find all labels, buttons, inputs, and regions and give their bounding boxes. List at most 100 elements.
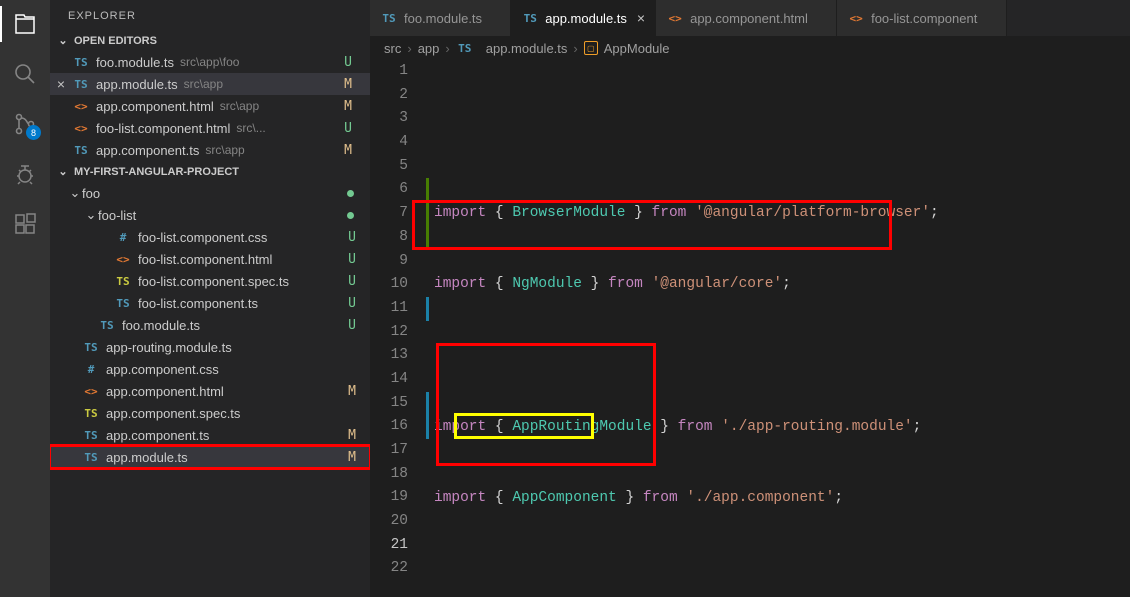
file-type-icon: <> (82, 385, 100, 398)
git-dot-icon (347, 212, 354, 219)
open-editors-header[interactable]: ⌄ OPEN EDITORS (50, 30, 370, 51)
diff-marker (426, 178, 429, 202)
open-editor-item[interactable]: TSapp.component.tssrc\appM (50, 139, 370, 161)
file-type-icon: # (82, 363, 100, 376)
git-status: U (348, 274, 366, 289)
tree-file-item[interactable]: TSapp.module.tsM (50, 446, 370, 468)
file-type-icon: TS (82, 451, 100, 464)
line-number: 17 (370, 439, 408, 463)
folder-label: foo-list (98, 208, 136, 223)
tree-file-item[interactable]: TSfoo-list.component.tsU (50, 292, 370, 314)
code-line: import { NgModule } from '@angular/core'… (434, 273, 1130, 297)
file-name: app.component.css (106, 362, 219, 377)
line-number: 4 (370, 131, 408, 155)
code-content[interactable]: import { BrowserModule } from '@angular/… (430, 60, 1130, 597)
file-name: app.component.html (106, 384, 224, 399)
extensions-icon[interactable] (11, 210, 39, 238)
search-icon[interactable] (11, 60, 39, 88)
debug-icon[interactable] (11, 160, 39, 188)
tree-file-item[interactable]: <>foo-list.component.htmlU (50, 248, 370, 270)
breadcrumb-segment[interactable]: AppModule (604, 41, 670, 56)
tree-file-item[interactable]: TSapp.component.tsM (50, 424, 370, 446)
breadcrumb-segment[interactable]: src (384, 41, 401, 56)
diff-marker (426, 534, 429, 558)
open-editor-item[interactable]: TSfoo.module.tssrc\app\fooU (50, 51, 370, 73)
diff-marker (426, 155, 429, 179)
folder-foo[interactable]: ⌄ foo (50, 182, 370, 204)
editor-tab[interactable]: TSfoo.module.ts× (370, 0, 511, 36)
tab-label: app.component.html (690, 11, 808, 26)
tab-label: foo.module.ts (404, 11, 482, 26)
editor-tab[interactable]: <>app.component.html× (656, 0, 837, 36)
folder-label: foo (82, 186, 100, 201)
chevron-down-icon: ⌄ (56, 34, 70, 47)
file-name: app.component.spec.ts (106, 406, 240, 421)
sidebar-title: EXPLORER (50, 0, 370, 30)
git-status: M (348, 428, 366, 443)
git-status: U (348, 252, 366, 267)
open-editors-label: OPEN EDITORS (74, 35, 157, 47)
diff-marker (426, 226, 429, 250)
breadcrumb-segment[interactable]: app.module.ts (486, 41, 568, 56)
tab-bar: TS foo.module.ts ×TSapp.module.ts× <> app.co… (370, 0, 1130, 36)
activity-bar: 8 (0, 0, 50, 597)
file-path: src\app\foo (180, 55, 239, 69)
line-number: 13 (370, 344, 408, 368)
code-line (434, 344, 1130, 368)
diff-marker (426, 321, 429, 345)
file-path: src\app (220, 99, 259, 113)
line-number: 5 (370, 155, 408, 179)
chevron-right-icon: › (407, 41, 411, 56)
diff-marker (426, 344, 429, 368)
tree-file-item[interactable]: TSfoo.module.tsU (50, 314, 370, 336)
diff-marker (426, 557, 429, 581)
file-name: foo-list.component.ts (138, 296, 258, 311)
project-header[interactable]: ⌄ MY-FIRST-ANGULAR-PROJECT (50, 161, 370, 182)
file-type-icon: <> (114, 253, 132, 266)
file-type-icon: TS (82, 407, 100, 420)
open-editor-item[interactable]: ×TSapp.module.tssrc\appM (50, 73, 370, 95)
editor-area: TS foo.module.ts ×TSapp.module.ts× <> app.co… (370, 0, 1130, 597)
tree-file-item[interactable]: # app.component.css (50, 358, 370, 380)
file-type-icon: <> (666, 12, 684, 25)
close-icon[interactable]: × (50, 76, 72, 92)
code-line: import { BrowserModule } from '@angular/… (434, 202, 1130, 226)
line-number: 18 (370, 463, 408, 487)
folder-foo-list[interactable]: ⌄ foo-list (50, 204, 370, 226)
close-icon[interactable]: × (637, 10, 645, 26)
tree-file-item[interactable]: <>app.component.htmlM (50, 380, 370, 402)
tree-file-item[interactable]: #foo-list.component.cssU (50, 226, 370, 248)
breadcrumb[interactable]: src › app › TS app.module.ts › ▢ AppModu… (370, 36, 1130, 60)
tree-file-item[interactable]: TS app.component.spec.ts (50, 402, 370, 424)
tree-file-item[interactable]: TSapp-routing.module.ts (50, 336, 370, 358)
git-status: M (344, 77, 362, 92)
line-number: 15 (370, 392, 408, 416)
editor-tab[interactable]: <>foo-list.component× (837, 0, 1006, 36)
line-number: 12 (370, 321, 408, 345)
code-editor[interactable]: 12345678910111213141516171819202122 impo… (370, 60, 1130, 597)
line-number: 7 (370, 202, 408, 226)
diff-marker (426, 510, 429, 534)
file-type-icon: TS (98, 319, 116, 332)
line-number: 19 (370, 486, 408, 510)
diff-marker (426, 297, 429, 321)
file-type-icon: <> (72, 122, 90, 135)
diff-marker (426, 107, 429, 131)
file-tree: #foo-list.component.cssU<>foo-list.compo… (50, 226, 370, 468)
explorer-icon[interactable] (11, 10, 39, 38)
file-type-icon: TS (380, 12, 398, 25)
breadcrumb-segment[interactable]: app (418, 41, 440, 56)
tree-file-item[interactable]: TSfoo-list.component.spec.tsU (50, 270, 370, 292)
diff-marker (426, 439, 429, 463)
git-status: U (344, 55, 362, 70)
diff-marker (426, 368, 429, 392)
source-control-icon[interactable]: 8 (11, 110, 39, 138)
editor-tab[interactable]: TSapp.module.ts× (511, 0, 656, 36)
code-line: import { AppRoutingModule } from './app-… (434, 416, 1130, 440)
open-editor-item[interactable]: <>app.component.htmlsrc\appM (50, 95, 370, 117)
line-number: 11 (370, 297, 408, 321)
file-type-icon: <> (72, 100, 90, 113)
diff-marker (426, 131, 429, 155)
file-name: app.component.ts (96, 143, 199, 158)
open-editor-item[interactable]: <>foo-list.component.htmlsrc\...U (50, 117, 370, 139)
